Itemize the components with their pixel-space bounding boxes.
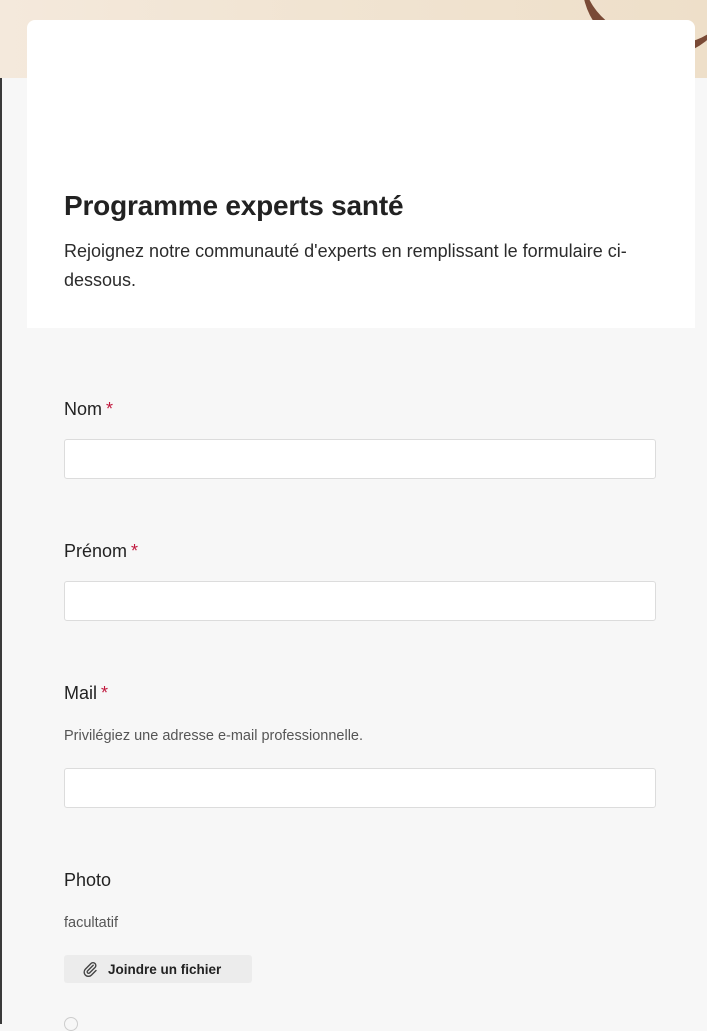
form-title: Programme experts santé (64, 190, 404, 221)
mail-label-text: Mail (64, 683, 98, 703)
cut-off-option (64, 1017, 88, 1031)
prenom-label: Prénom * (64, 541, 138, 562)
mail-help-text: Privilégiez une adresse e-mail professio… (64, 728, 364, 744)
photo-optional-text: facultatif (64, 915, 118, 931)
photo-label: Photo (64, 870, 111, 891)
window-edge (0, 0, 2, 1024)
mail-label: Mail * (64, 683, 108, 704)
prenom-input[interactable] (64, 581, 656, 621)
nom-label-text: Nom (64, 399, 103, 419)
nom-label: Nom * (64, 399, 113, 420)
form-description: Rejoignez notre communauté d'experts en … (64, 241, 627, 290)
attach-file-label: Joindre un fichier (108, 961, 222, 977)
mail-input[interactable] (64, 768, 656, 808)
attach-file-button[interactable]: Joindre un fichier (64, 955, 252, 983)
required-mark: * (101, 683, 109, 703)
photo-label-text: Photo (64, 870, 112, 890)
paperclip-icon (83, 961, 97, 977)
required-mark: * (131, 541, 139, 561)
radio-icon (64, 1017, 78, 1031)
prenom-label-text: Prénom (64, 541, 128, 561)
required-mark: * (106, 399, 114, 419)
nom-input[interactable] (64, 439, 656, 479)
